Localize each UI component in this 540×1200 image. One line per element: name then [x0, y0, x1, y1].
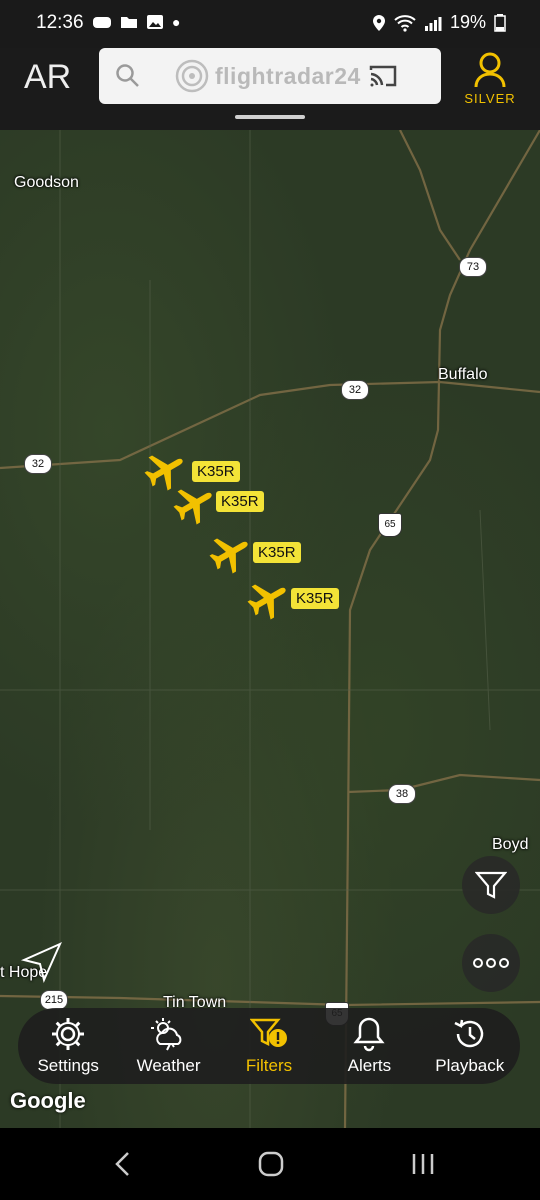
map-view[interactable]: Goodson Buffalo Boyd Tin Town t Hope 73 … [0, 130, 540, 1128]
route-shield-38: 38 [388, 784, 416, 804]
filter-icon[interactable] [475, 870, 507, 900]
nav-alerts[interactable]: Alerts [321, 1016, 417, 1076]
search-icon[interactable] [115, 63, 141, 89]
bottom-nav: Settings Weather Filters Alerts Playback [18, 1008, 520, 1084]
nav-filters-label: Filters [245, 1056, 293, 1075]
place-label-buffalo: Buffalo [438, 366, 488, 383]
road-network [0, 130, 540, 1128]
more-options-button[interactable] [462, 934, 520, 992]
route-shield-215: 215 [40, 990, 68, 1010]
nav-playback-label: Playback [435, 1056, 505, 1075]
weather-icon[interactable] [150, 1016, 188, 1052]
place-label-boyd: Boyd [492, 836, 529, 853]
gear-icon[interactable] [50, 1016, 86, 1052]
location-icon [372, 14, 385, 31]
callsign-label[interactable]: K35R [192, 461, 240, 482]
nav-settings[interactable]: Settings [20, 1016, 116, 1076]
status-bar: 12:36 ● 19% [0, 0, 540, 48]
filter-alert-icon[interactable] [249, 1016, 288, 1052]
flightradar-logo: flightradar24 [175, 59, 361, 93]
battery-icon [494, 13, 506, 32]
battery-percent: 19% [449, 12, 486, 32]
nav-weather-label: Weather [136, 1056, 201, 1075]
route-shield-65: 65 [378, 513, 402, 537]
place-label-goodson: Goodson [14, 174, 79, 191]
drag-handle[interactable] [235, 115, 305, 119]
callsign-label[interactable]: K35R [291, 588, 339, 609]
app-header: AR flightradar24 SILVER [0, 48, 540, 130]
gallery-icon [147, 15, 163, 29]
recents-icon[interactable] [410, 1150, 436, 1178]
radar-icon [175, 59, 209, 93]
nav-playback[interactable]: Playback [422, 1016, 518, 1076]
ar-button[interactable]: AR [24, 58, 71, 97]
route-shield-32-west: 32 [24, 454, 52, 474]
nav-alerts-label: Alerts [347, 1056, 392, 1075]
callsign-label[interactable]: K35R [253, 542, 301, 563]
aircraft-icon[interactable] [208, 531, 252, 575]
system-nav-bar [0, 1128, 540, 1200]
back-icon[interactable] [112, 1150, 132, 1178]
map-filter-button[interactable] [462, 856, 520, 914]
more-icon[interactable] [472, 957, 510, 969]
search-bar[interactable]: flightradar24 [99, 48, 441, 104]
folder-icon [121, 17, 137, 28]
google-attribution: Google [10, 1088, 86, 1113]
my-location-icon[interactable] [20, 940, 64, 984]
bell-icon[interactable] [352, 1016, 386, 1052]
aircraft-icon[interactable] [172, 482, 216, 526]
account-button[interactable]: SILVER [460, 52, 520, 106]
nav-weather[interactable]: Weather [121, 1016, 217, 1076]
dot-icon: ● [172, 14, 181, 30]
signal-icon [424, 16, 442, 31]
route-shield-73: 73 [459, 257, 487, 277]
nav-settings-label: Settings [37, 1056, 99, 1075]
cast-icon[interactable] [369, 64, 397, 88]
tier-label: SILVER [464, 91, 516, 106]
callsign-label[interactable]: K35R [216, 491, 264, 512]
nav-filters[interactable]: Filters [221, 1016, 317, 1076]
logo-text: flightradar24 [215, 62, 361, 89]
notification-icon [93, 17, 111, 28]
aircraft-icon[interactable] [246, 577, 290, 621]
route-shield-32-east: 32 [341, 380, 369, 400]
status-time: 12:36 [36, 12, 84, 33]
user-icon[interactable] [473, 52, 507, 88]
history-icon[interactable] [452, 1016, 488, 1052]
home-icon[interactable] [257, 1150, 285, 1178]
wifi-icon [394, 14, 416, 32]
